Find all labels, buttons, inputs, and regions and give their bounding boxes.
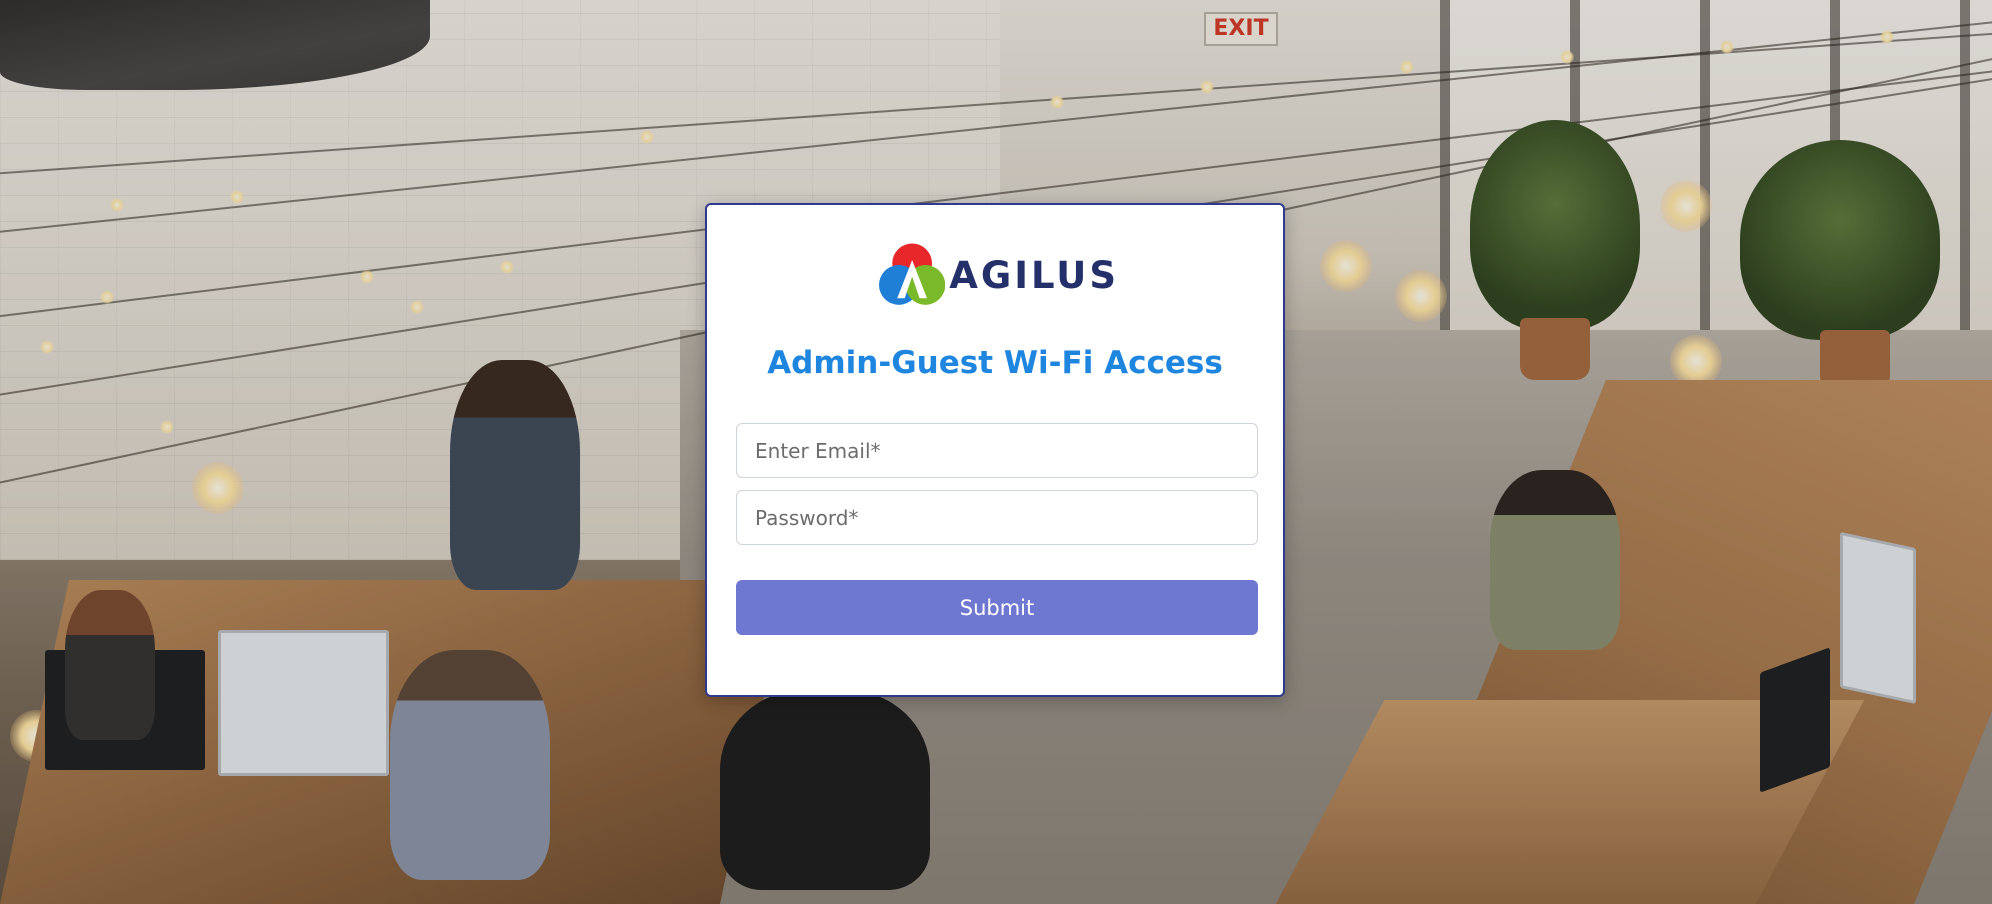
email-field[interactable] xyxy=(736,423,1258,478)
submit-button[interactable]: Submit xyxy=(736,580,1258,635)
logo-wordmark: AGILUS xyxy=(949,253,1119,297)
login-card: AGILUS Admin-Guest Wi-Fi Access Submit xyxy=(705,203,1285,697)
page-title: Admin-Guest Wi-Fi Access xyxy=(767,345,1223,381)
password-field[interactable] xyxy=(736,490,1258,545)
agilus-logo: AGILUS xyxy=(879,235,1119,315)
agilus-logo-icon xyxy=(879,243,946,305)
